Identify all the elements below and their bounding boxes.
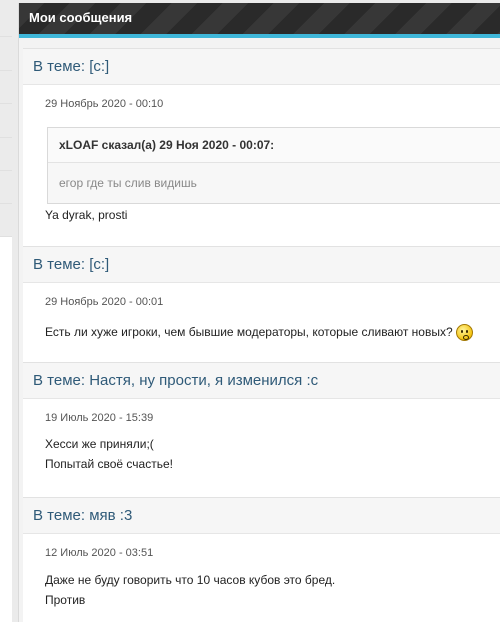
sidebar-divider <box>0 36 12 37</box>
post-item: В теме: [c:] 29 Ноябрь 2020 - 00:10 xLOA… <box>23 48 500 249</box>
sidebar-divider <box>0 137 12 138</box>
post-date[interactable]: 12 Июль 2020 - 03:51 <box>45 534 500 561</box>
post-text-line: Есть ли хуже игроки, чем бывшие модерато… <box>45 325 453 339</box>
my-posts-panel: Мои сообщения В теме: [c:] 29 Ноябрь 202… <box>18 3 500 622</box>
topic-link[interactable]: В теме: Настя, ну прости, я изменился :с <box>23 363 500 399</box>
sidebar-divider <box>0 203 12 204</box>
topic-link[interactable]: В теме: [c:] <box>23 247 500 283</box>
left-sidebar <box>0 0 12 622</box>
sidebar-divider <box>0 170 12 171</box>
post-item: В теме: [c:] 29 Ноябрь 2020 - 00:01 Есть… <box>23 246 500 367</box>
topic-link[interactable]: В теме: мяв :3 <box>23 498 500 534</box>
confused-smiley-icon <box>455 324 473 342</box>
post-text-line: Даже не буду говорить что 10 часов кубов… <box>45 573 336 587</box>
sidebar-divider <box>0 70 12 71</box>
sidebar-divider <box>0 103 12 104</box>
quote-author: xLOAF сказал(а) 29 Ноя 2020 - 00:07: <box>48 128 500 163</box>
post-item: В теме: Настя, ну прости, я изменился :с… <box>23 362 500 503</box>
post-text-line: Попытай своё счастье! <box>45 457 173 471</box>
post-content: 29 Ноябрь 2020 - 00:10 xLOAF сказал(а) 2… <box>23 85 500 225</box>
panel-header: Мои сообщения <box>19 3 500 38</box>
post-item: В теме: мяв :3 12 Июль 2020 - 03:51 Даже… <box>23 497 500 622</box>
post-text-line: Хесси же приняли;( <box>45 437 154 451</box>
post-content: 19 Июль 2020 - 15:39 Хесси же приняли;( … <box>23 399 500 474</box>
post-text-line: Против <box>45 593 86 607</box>
post-text: Ya dyrak, prosti <box>45 208 128 222</box>
post-text: Хесси же приняли;( Попытай своё счастье! <box>45 434 500 474</box>
topic-link[interactable]: В теме: [c:] <box>23 49 500 85</box>
post-text: Даже не буду говорить что 10 часов кубов… <box>45 570 500 610</box>
post-date[interactable]: 29 Ноябрь 2020 - 00:10 <box>45 85 500 112</box>
quote-block: xLOAF сказал(а) 29 Ноя 2020 - 00:07: его… <box>47 127 500 204</box>
post-date[interactable]: 29 Ноябрь 2020 - 00:01 <box>45 283 500 310</box>
quote-text: егор где ты слив видишь <box>48 163 500 203</box>
post-date[interactable]: 19 Июль 2020 - 15:39 <box>45 399 500 426</box>
post-text: Есть ли хуже игроки, чем бывшие модерато… <box>45 322 500 342</box>
page: Мои сообщения В теме: [c:] 29 Ноябрь 202… <box>0 0 500 622</box>
post-content: 12 Июль 2020 - 03:51 Даже не буду говори… <box>23 534 500 610</box>
sidebar-panel <box>0 236 12 622</box>
post-content: 29 Ноябрь 2020 - 00:01 Есть ли хуже игро… <box>23 283 500 342</box>
